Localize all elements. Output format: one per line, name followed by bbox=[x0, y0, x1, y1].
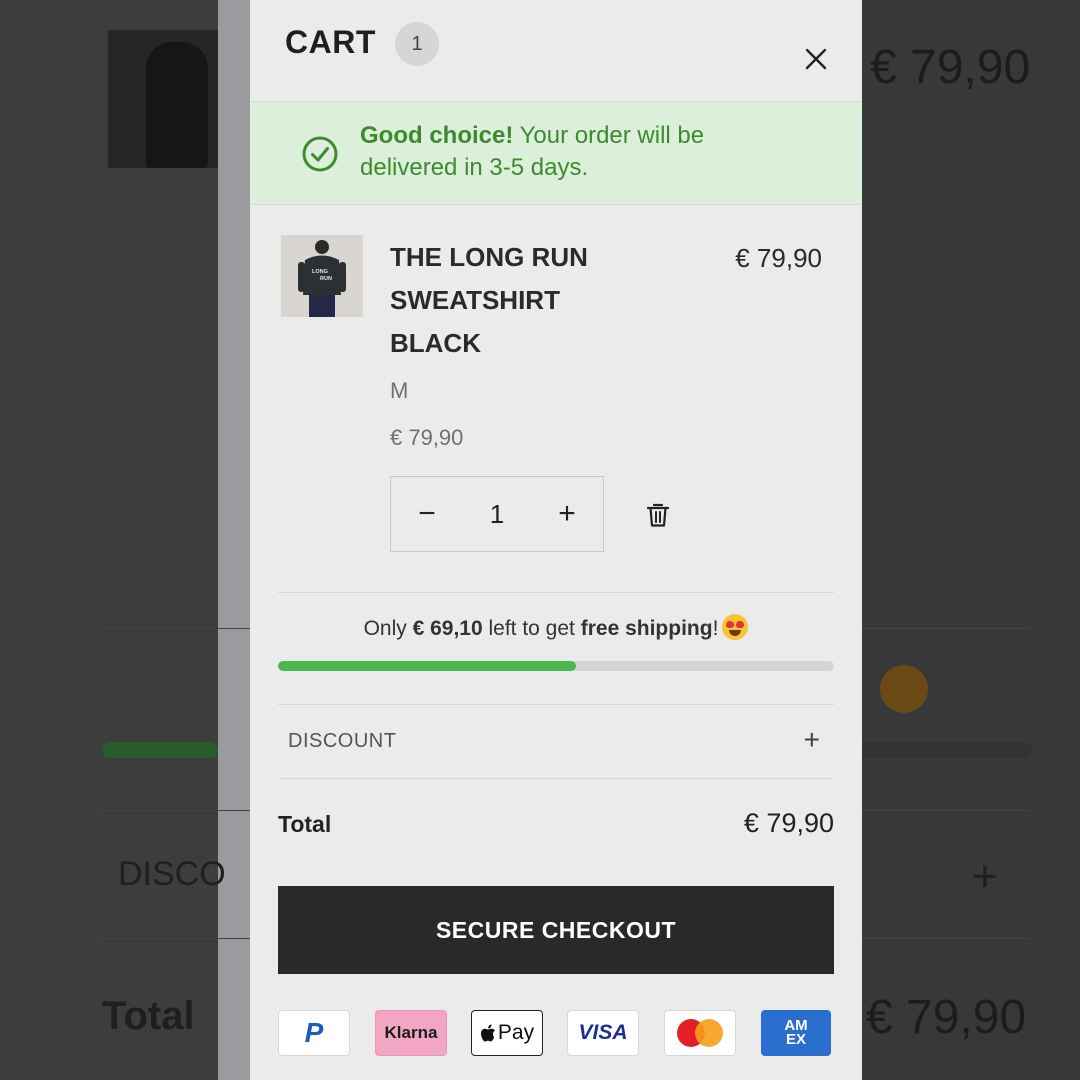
product-line-price: € 79,90 bbox=[735, 243, 822, 273]
free-shipping-prefix: Only bbox=[363, 617, 413, 640]
product-image-text: LONG bbox=[312, 269, 328, 275]
background-progress-track bbox=[862, 742, 1032, 758]
background-total-label: Total bbox=[102, 994, 195, 1038]
quantity-stepper: − 1 + bbox=[390, 476, 604, 552]
discount-label: DISCOUNT bbox=[288, 730, 397, 752]
product-photo: LONG RUN bbox=[281, 235, 363, 317]
background-total-price: € 79,90 bbox=[866, 991, 1027, 1044]
amex-line2: EX bbox=[785, 1031, 806, 1048]
trash-icon[interactable] bbox=[646, 502, 670, 528]
quantity-value[interactable]: 1 bbox=[463, 499, 531, 530]
visa-icon: VISA bbox=[567, 1010, 639, 1056]
product-variant-size: M bbox=[390, 378, 409, 403]
divider bbox=[278, 592, 834, 593]
apple-pay-icon: Pay bbox=[471, 1010, 543, 1056]
product-unit-price: € 79,90 bbox=[390, 425, 464, 450]
free-shipping-middle: left to get bbox=[482, 617, 581, 640]
free-shipping-progress-fill bbox=[278, 661, 577, 671]
heart-eyes-emoji-icon bbox=[722, 614, 749, 640]
total-value: € 79,90 bbox=[743, 808, 834, 838]
free-shipping-message: Only € 69,10 left to get free shipping! bbox=[250, 614, 862, 641]
cart-title: CART bbox=[285, 24, 376, 60]
apple-logo-icon bbox=[480, 1023, 495, 1041]
cart-drawer: CART 1 Good choice! Your order will be d… bbox=[250, 0, 862, 1080]
secure-checkout-button[interactable]: SECURE CHECKOUT bbox=[278, 886, 834, 974]
increase-quantity-button[interactable]: + bbox=[531, 477, 603, 551]
background-price: € 79,90 bbox=[870, 41, 1031, 94]
total-label: Total bbox=[278, 811, 332, 837]
cart-count-badge: 1 bbox=[395, 22, 439, 66]
free-shipping-progress-bar bbox=[278, 661, 834, 671]
free-shipping-amount: € 69,10 bbox=[412, 617, 483, 640]
apple-pay-label: Pay bbox=[497, 1021, 535, 1044]
amex-icon: AM EX bbox=[761, 1010, 831, 1056]
free-shipping-highlight: free shipping bbox=[580, 617, 713, 640]
close-icon[interactable] bbox=[803, 46, 829, 72]
plus-icon[interactable]: + bbox=[804, 724, 820, 756]
product-image-text: RUN bbox=[320, 276, 332, 282]
discount-toggle[interactable]: DISCOUNT + bbox=[278, 704, 834, 778]
product-name[interactable]: THE LONG RUN SWEATSHIRT BLACK bbox=[390, 236, 650, 365]
delivery-notice: Good choice! Your order will be delivere… bbox=[250, 101, 862, 205]
mastercard-icon bbox=[664, 1010, 736, 1056]
divider bbox=[278, 778, 834, 779]
klarna-icon: Klarna bbox=[375, 1010, 447, 1056]
background-right-strip bbox=[862, 0, 1080, 1080]
background-product-thumbnail bbox=[108, 30, 218, 168]
cart-header: CART 1 bbox=[250, 0, 862, 100]
background-overlay-gutter bbox=[218, 0, 250, 1080]
check-circle-icon bbox=[302, 136, 338, 172]
background-plus-icon: + bbox=[972, 852, 998, 901]
delivery-notice-bold: Good choice! bbox=[360, 122, 514, 149]
free-shipping-suffix: ! bbox=[712, 617, 719, 640]
background-progress-bar bbox=[102, 742, 218, 758]
paypal-icon: P bbox=[278, 1010, 350, 1056]
delivery-notice-text: Good choice! Your order will be delivere… bbox=[360, 120, 780, 184]
background-discount-label: DISCO bbox=[118, 855, 226, 893]
background-emoji bbox=[880, 665, 928, 713]
decrease-quantity-button[interactable]: − bbox=[391, 477, 463, 551]
product-image[interactable]: LONG RUN bbox=[281, 235, 363, 317]
